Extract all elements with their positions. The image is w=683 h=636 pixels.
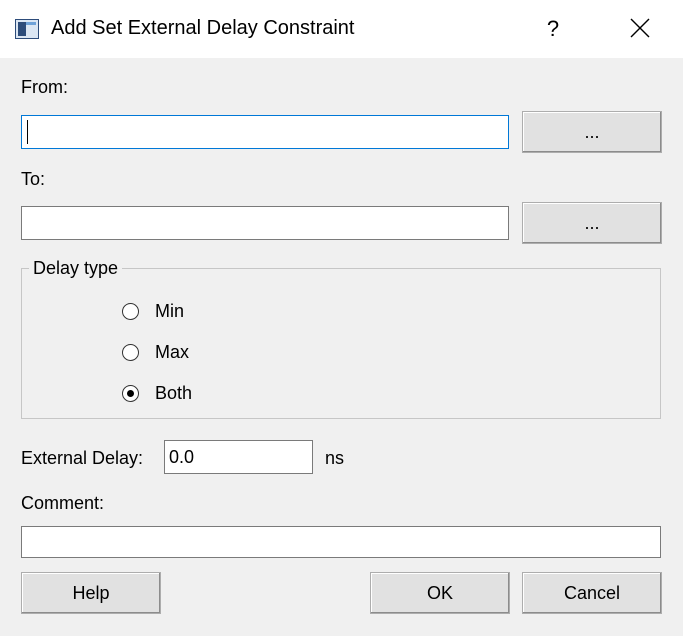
radio-min-label: Min bbox=[155, 300, 185, 321]
external-delay-input[interactable] bbox=[164, 440, 313, 474]
cancel-button[interactable]: Cancel bbox=[522, 572, 662, 614]
help-question-icon[interactable]: ? bbox=[536, 10, 570, 48]
radio-button[interactable] bbox=[122, 343, 139, 361]
from-browse-button[interactable]: ... bbox=[522, 111, 662, 153]
radio-both[interactable]: Both bbox=[122, 381, 192, 405]
radio-selected-dot bbox=[127, 389, 134, 397]
app-icon bbox=[15, 19, 39, 39]
external-delay-label: External Delay: bbox=[21, 448, 144, 468]
radio-max[interactable]: Max bbox=[122, 340, 189, 364]
from-label: From: bbox=[21, 77, 68, 97]
radio-min[interactable]: Min bbox=[122, 299, 184, 323]
window-title: Add Set External Delay Constraint bbox=[51, 17, 355, 39]
to-label: To: bbox=[21, 169, 46, 189]
title-bar: Add Set External Delay Constraint ? bbox=[0, 0, 683, 58]
to-browse-button[interactable]: ... bbox=[522, 202, 662, 244]
external-delay-unit: ns bbox=[325, 448, 345, 468]
text-caret bbox=[27, 120, 28, 144]
ok-button[interactable]: OK bbox=[370, 572, 510, 614]
to-input[interactable] bbox=[21, 206, 509, 240]
comment-input[interactable] bbox=[21, 526, 661, 558]
radio-button[interactable] bbox=[122, 384, 139, 402]
radio-max-label: Max bbox=[155, 341, 190, 362]
help-button[interactable]: Help bbox=[21, 572, 161, 614]
delay-type-legend: Delay type bbox=[29, 258, 123, 279]
from-input[interactable] bbox=[21, 115, 509, 149]
radio-both-label: Both bbox=[155, 382, 193, 403]
close-icon[interactable] bbox=[620, 10, 660, 48]
radio-button[interactable] bbox=[122, 302, 139, 320]
comment-label: Comment: bbox=[21, 493, 105, 513]
delay-type-group bbox=[21, 268, 661, 419]
